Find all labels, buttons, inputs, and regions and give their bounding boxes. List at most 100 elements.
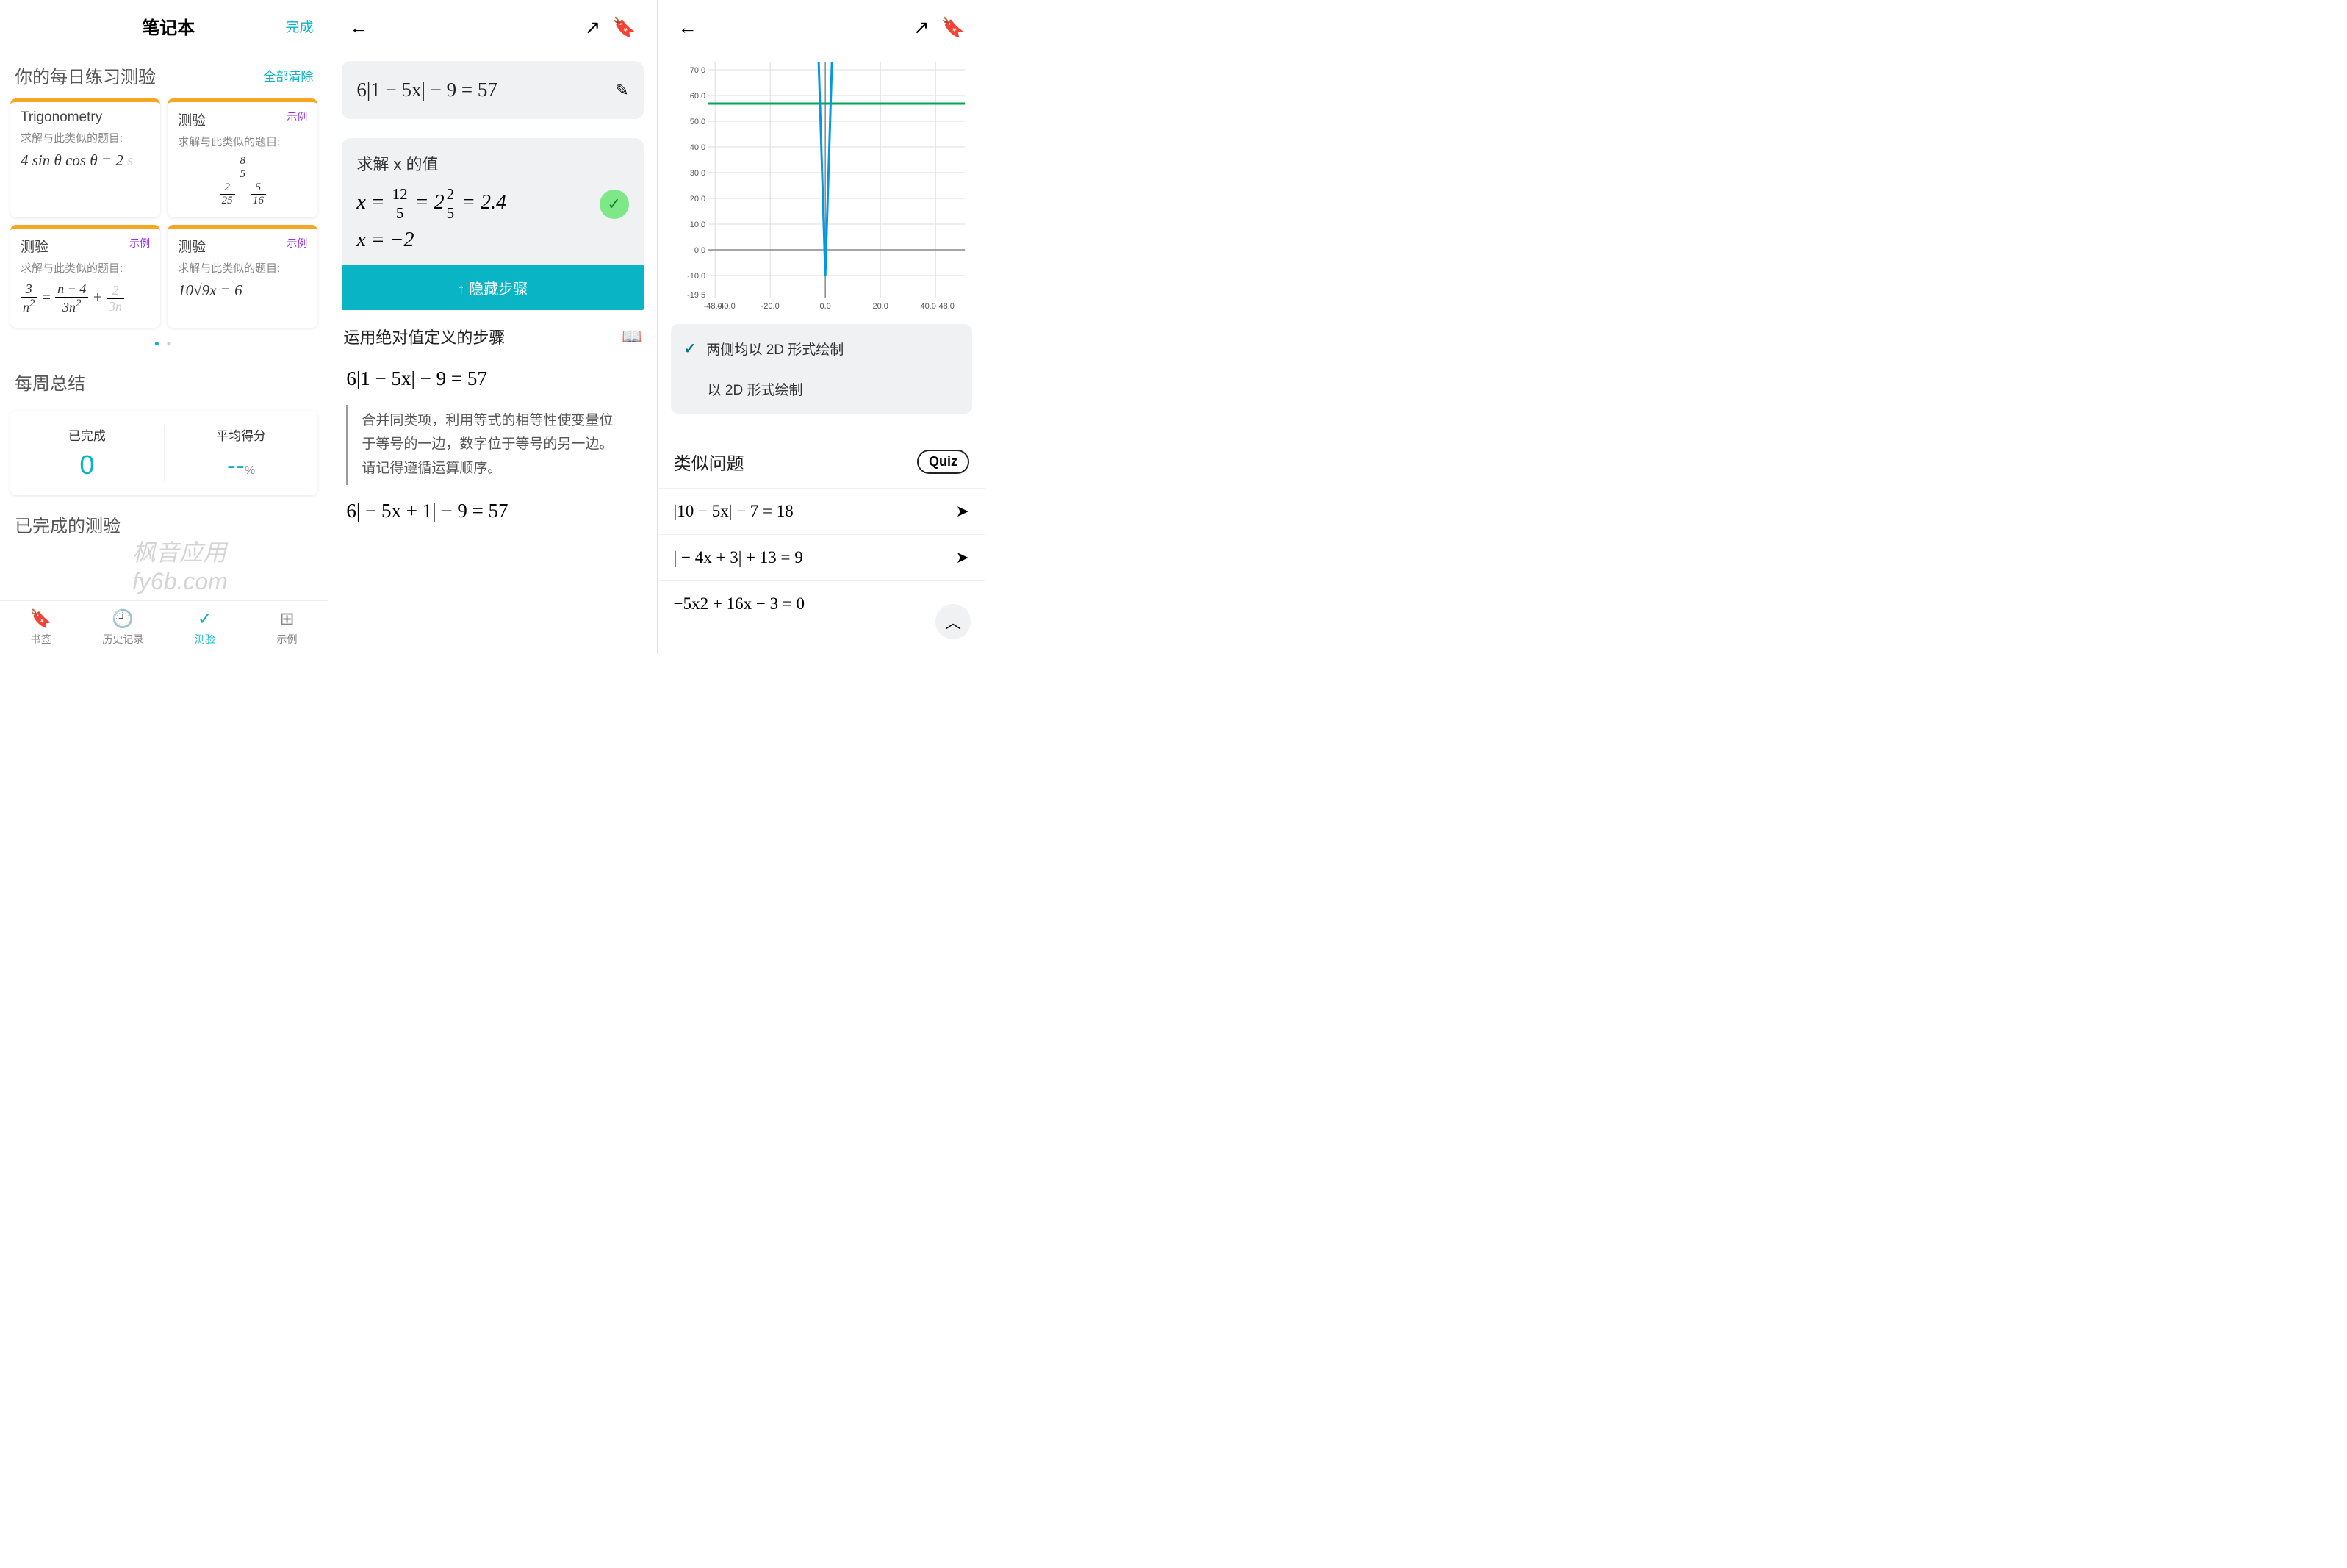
quiz-card[interactable]: Trigonometry 求解与此类似的题目: 4 sin θ cos θ = … [10, 98, 160, 217]
clear-all-button[interactable]: 全部清除 [263, 66, 313, 84]
weekly-title: 每周总结 [15, 369, 85, 395]
chart-area[interactable]: 70.0 60.0 50.0 40.0 30.0 20.0 10.0 0.0 -10.0 -… [658, 55, 985, 317]
graph-plot: 70.0 60.0 50.0 40.0 30.0 20.0 10.0 0.0 -10.0 -… [671, 62, 972, 312]
card-math: 3n2 = n − 43n2 + 23n [21, 281, 150, 315]
back-button[interactable]: ← [343, 13, 374, 42]
solution-screen: ← ↗ 🔖 6|1 − 5x| − 9 = 57 ✎ 求解 x 的值 x = 1… [328, 0, 657, 654]
similar-header: 类似问题 Quiz [658, 436, 985, 488]
svg-text:20.0: 20.0 [872, 302, 888, 311]
example-tag: 示例 [287, 109, 307, 124]
svg-text:70.0: 70.0 [689, 66, 705, 75]
quiz-icon: ✓ [164, 608, 246, 630]
option-2d[interactable]: 以 2D 形式绘制 [671, 369, 972, 409]
quiz-card[interactable]: 示例 测验 求解与此类似的题目: 85 225 − 516 [168, 98, 317, 217]
done-button[interactable]: 完成 [285, 16, 313, 36]
pct-label: % [245, 464, 255, 477]
quiz-card[interactable]: 示例 测验 求解与此类似的题目: 3n2 = n − 43n2 + 23n [10, 225, 160, 328]
share-button[interactable]: ↗ [907, 13, 935, 42]
card-math: 10√9x = 6 [178, 281, 307, 300]
answer-2: x = −2 [356, 229, 628, 252]
completed-quiz-title: 已完成的测验 [15, 511, 121, 537]
similar-problem[interactable]: | − 4x + 3| + 13 = 9 ➤ [658, 534, 985, 580]
step-equation: 6|1 − 5x| − 9 = 57 [328, 363, 656, 395]
arrow-icon: ➤ [956, 548, 969, 567]
grid-icon: ⊞ [246, 608, 328, 630]
bottom-nav: 🔖书签 🕘历史记录 ✓测验 ⊞示例 [0, 600, 328, 654]
nav-history[interactable]: 🕘历史记录 [82, 608, 165, 647]
hide-steps-button[interactable]: ↑ 隐藏步骤 [342, 265, 643, 310]
nav-bookmarks[interactable]: 🔖书签 [0, 608, 82, 647]
svg-text:-10.0: -10.0 [687, 272, 705, 281]
similar-problem[interactable]: |10 − 5x| − 7 = 18 ➤ [658, 488, 985, 534]
graph-screen: ← ↗ 🔖 [658, 0, 985, 654]
completed-stat: 已完成 0 [10, 425, 165, 481]
header: ← ↗ 🔖 [328, 0, 656, 55]
avg-value: -- [227, 450, 245, 480]
svg-text:-20.0: -20.0 [761, 302, 779, 311]
step-explanation: 合并同类项，利用等式的相等性使变量位于等号的一边，数字位于等号的另一边。请记得遵… [346, 405, 639, 485]
page-indicator: ● ● [0, 328, 328, 359]
weekly-summary-card: 已完成 0 平均得分 --% [10, 411, 317, 495]
card-subtitle: 求解与此类似的题目: [21, 130, 150, 145]
history-icon: 🕘 [82, 608, 165, 630]
similar-math: | − 4x + 3| + 13 = 9 [674, 548, 803, 567]
problem-expression: 6|1 − 5x| − 9 = 57 [356, 79, 497, 101]
avg-stat: 平均得分 --% [165, 425, 318, 481]
example-tag: 示例 [287, 236, 307, 251]
completed-value: 0 [10, 450, 164, 481]
nav-examples[interactable]: ⊞示例 [246, 608, 328, 647]
steps-title: 运用绝对值定义的步骤 [343, 325, 505, 348]
card-title: Trigonometry [21, 109, 150, 126]
svg-text:50.0: 50.0 [689, 118, 705, 126]
answer-row: x = 125 = 225 = 2.4 ✓ [356, 185, 628, 223]
edit-icon[interactable]: ✎ [615, 81, 628, 100]
bookmark-button[interactable]: 🔖 [606, 13, 641, 42]
svg-text:30.0: 30.0 [689, 169, 705, 178]
similar-title: 类似问题 [674, 449, 744, 475]
svg-text:10.0: 10.0 [689, 220, 705, 229]
header: ← ↗ 🔖 [658, 0, 985, 55]
card-math: 4 sin θ cos θ = 2 s [21, 151, 150, 170]
quiz-card[interactable]: 示例 测验 求解与此类似的题目: 10√9x = 6 [168, 225, 317, 328]
bookmark-icon: 🔖 [0, 608, 82, 630]
check-icon: ✓ [600, 190, 629, 219]
quiz-button[interactable]: Quiz [917, 450, 969, 474]
scroll-up-button[interactable]: ︿ [935, 604, 971, 639]
daily-section: 你的每日练习测验 全部清除 [0, 52, 328, 98]
card-subtitle: 求解与此类似的题目: [178, 260, 307, 276]
back-button[interactable]: ← [672, 13, 703, 42]
svg-text:40.0: 40.0 [920, 302, 935, 311]
card-subtitle: 求解与此类似的题目: [21, 260, 150, 276]
problem-box[interactable]: 6|1 − 5x| − 9 = 57 ✎ [342, 61, 643, 119]
nav-quiz[interactable]: ✓测验 [164, 608, 246, 647]
solution-box: 求解 x 的值 x = 125 = 225 = 2.4 ✓ x = −2 [342, 138, 643, 265]
book-icon[interactable]: 📖 [622, 327, 641, 346]
svg-text:-40.0: -40.0 [716, 302, 735, 311]
solve-title: 求解 x 的值 [356, 151, 628, 175]
daily-title: 你的每日练习测验 [15, 62, 156, 88]
svg-text:0.0: 0.0 [694, 246, 705, 255]
svg-text:20.0: 20.0 [689, 195, 705, 204]
card-subtitle: 求解与此类似的题目: [178, 134, 307, 149]
completed-quiz-section: 已完成的测验 [0, 501, 328, 547]
svg-text:-19.5: -19.5 [687, 291, 705, 300]
avg-label: 平均得分 [165, 425, 318, 444]
completed-label: 已完成 [10, 425, 164, 444]
example-tag: 示例 [129, 236, 150, 251]
svg-text:60.0: 60.0 [689, 92, 705, 101]
similar-math: −5x2 + 16x − 3 = 0 [674, 594, 805, 614]
svg-text:0.0: 0.0 [819, 302, 830, 311]
card-math: 85 225 − 516 [178, 155, 307, 207]
svg-text:40.0: 40.0 [689, 143, 705, 152]
weekly-section: 每周总结 [0, 359, 328, 405]
bookmark-button[interactable]: 🔖 [935, 13, 971, 42]
svg-text:48.0: 48.0 [938, 302, 954, 311]
notebook-screen: 笔记本 完成 你的每日练习测验 全部清除 Trigonometry 求解与此类似… [0, 0, 328, 654]
graph-options: 两侧均以 2D 形式绘制 以 2D 形式绘制 [671, 324, 972, 414]
option-both-2d[interactable]: 两侧均以 2D 形式绘制 [671, 328, 972, 369]
share-button[interactable]: ↗ [578, 13, 606, 42]
steps-header: 运用绝对值定义的步骤 📖 [328, 310, 656, 363]
similar-math: |10 − 5x| − 7 = 18 [674, 502, 794, 521]
answer-1: x = 125 = 225 = 2.4 [356, 185, 506, 223]
header: 笔记本 完成 [0, 0, 328, 52]
